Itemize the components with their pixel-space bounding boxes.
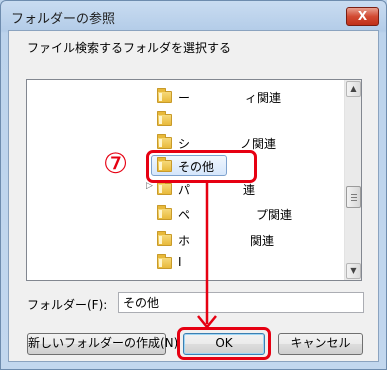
arrow-annotation	[197, 183, 217, 329]
highlight-box-ok	[177, 327, 271, 360]
